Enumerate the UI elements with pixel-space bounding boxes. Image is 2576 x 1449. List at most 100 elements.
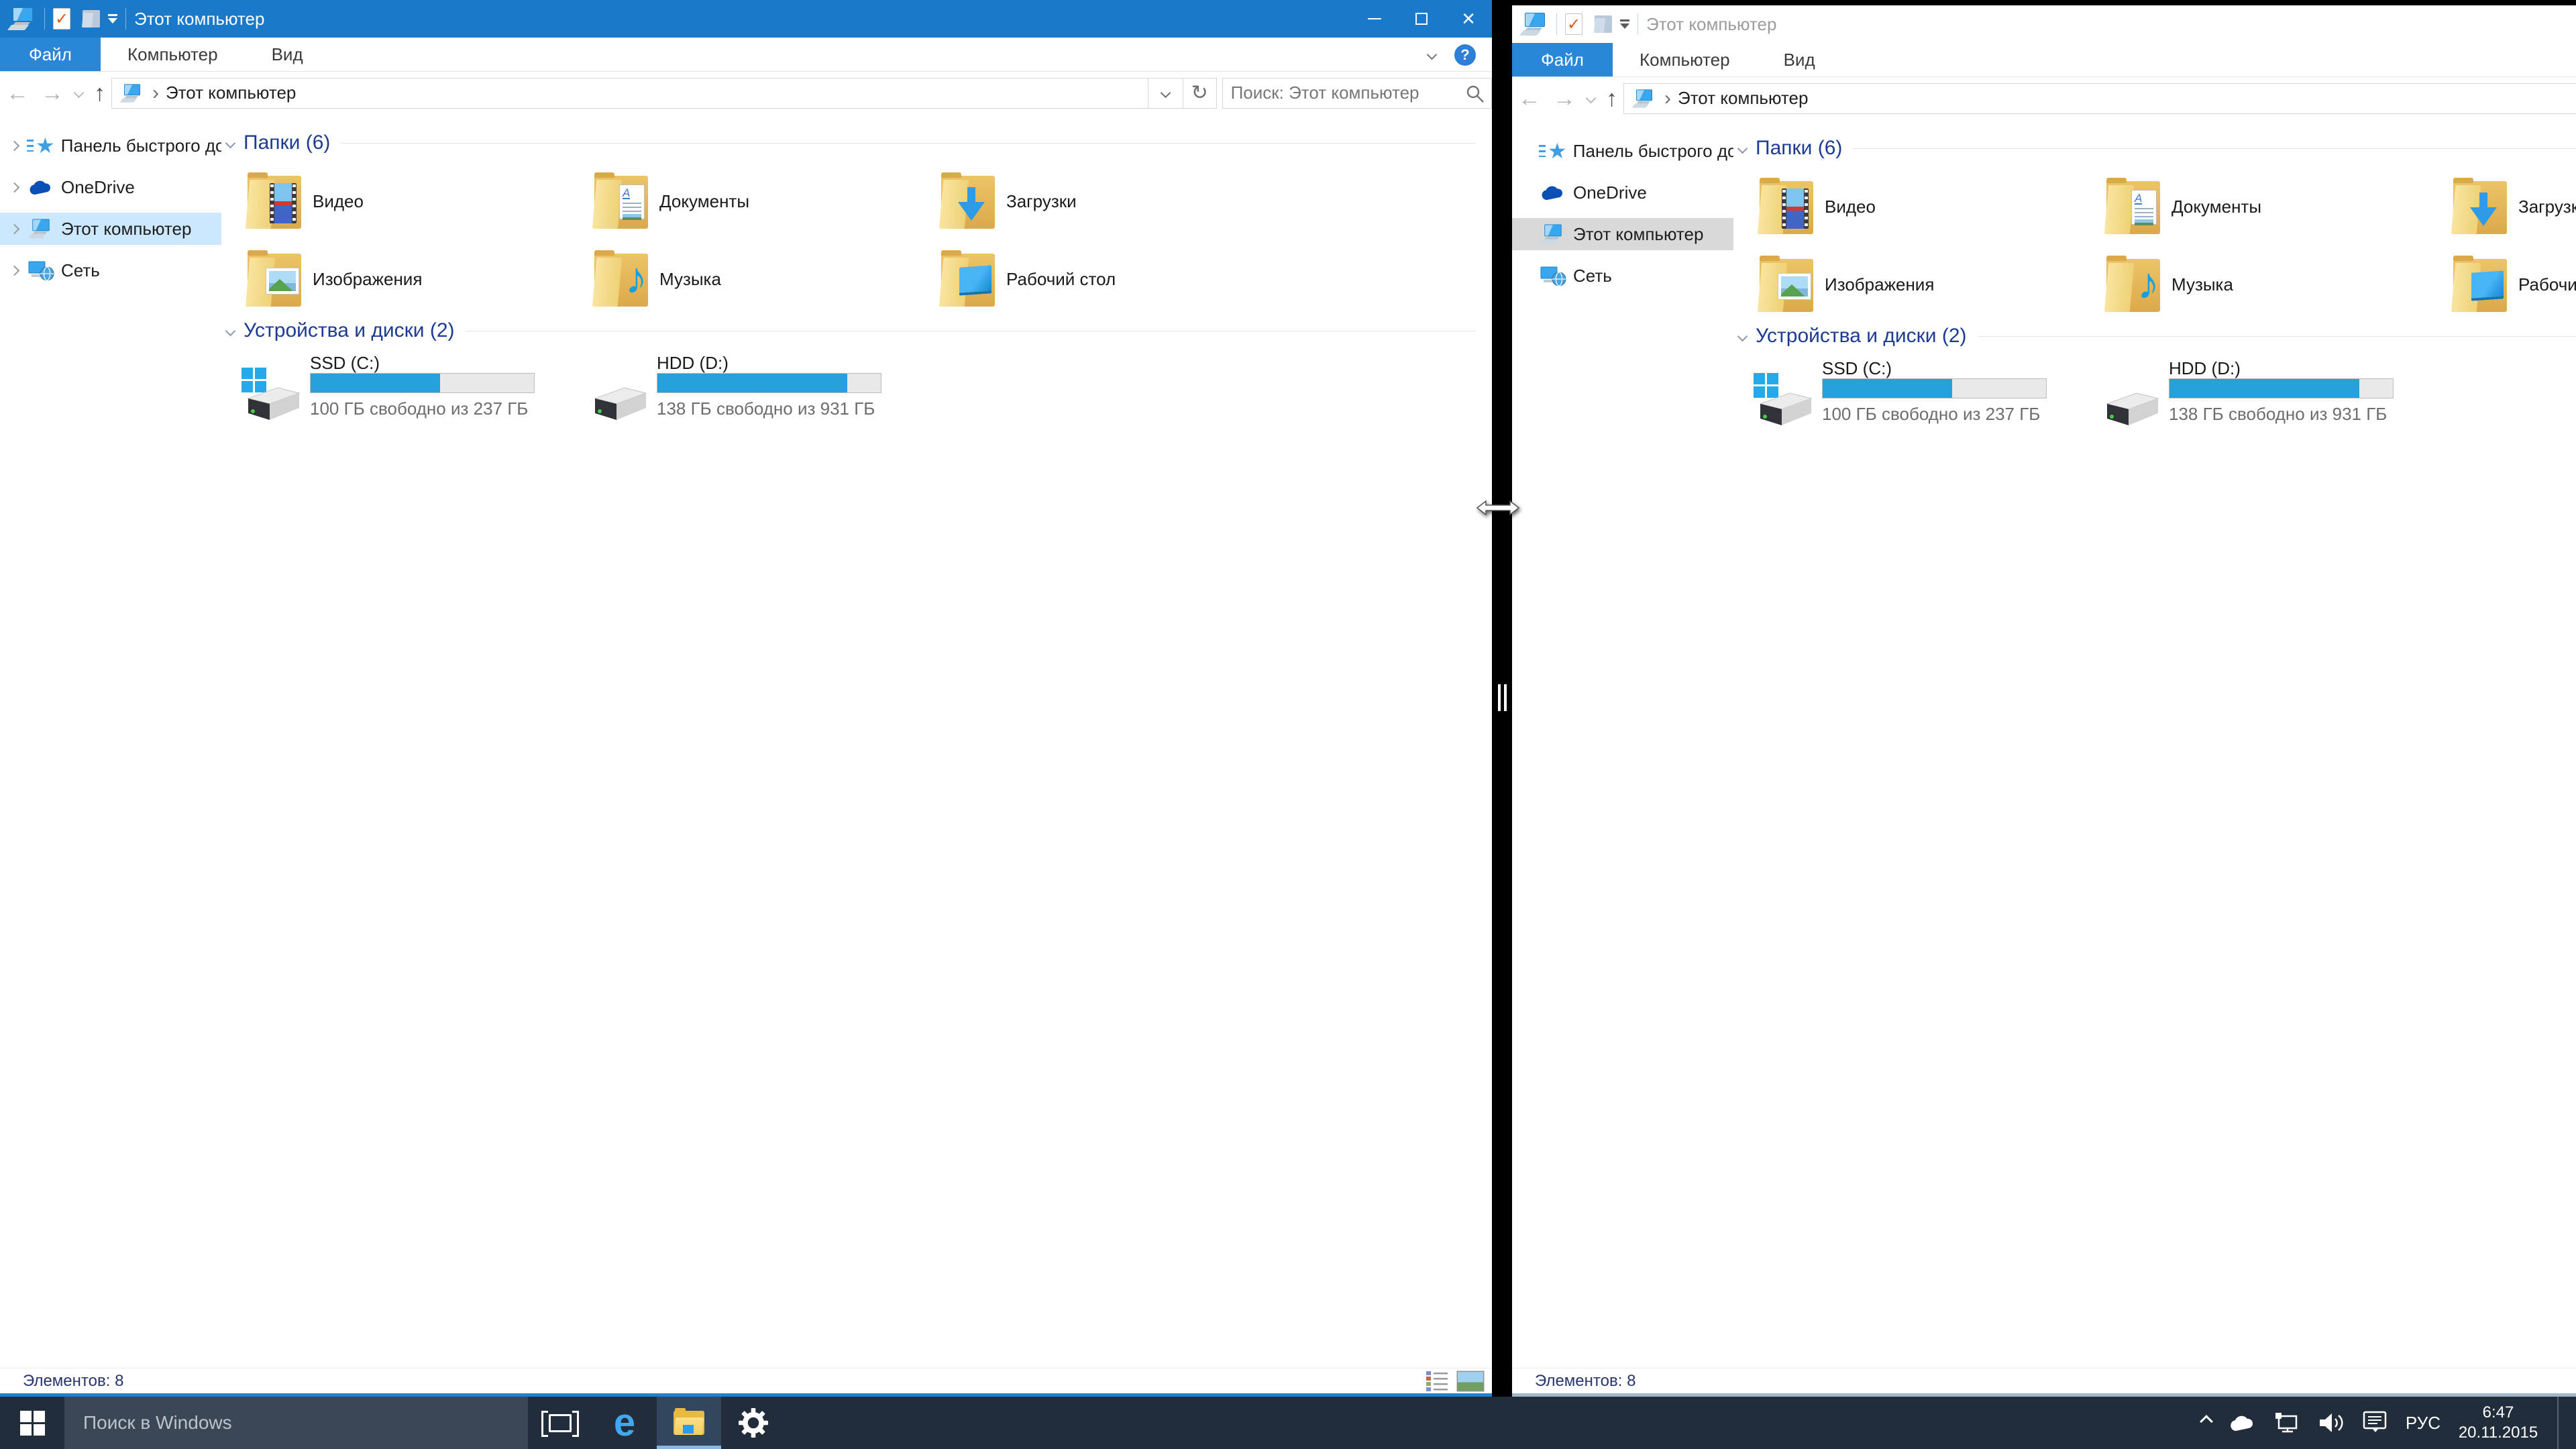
tray-overflow-button[interactable] — [2202, 1417, 2211, 1430]
edge-icon: e — [614, 1403, 635, 1442]
folders-group-header[interactable]: Папки (6) — [1739, 138, 2576, 158]
tab-computer[interactable]: Компьютер — [1613, 43, 1757, 76]
drive-tile-d[interactable]: HDD (D:) 138 ГБ свободно из 931 ГБ — [588, 350, 927, 439]
collapse-icon[interactable] — [1737, 331, 1748, 341]
properties-icon[interactable]: ✓ — [53, 8, 70, 30]
sidebar-item-onedrive[interactable]: OneDrive — [1512, 176, 1733, 209]
back-button[interactable]: ← — [1512, 87, 1547, 110]
search-box[interactable] — [1222, 78, 1492, 109]
onedrive-tray-icon[interactable] — [2229, 1413, 2257, 1432]
up-button[interactable]: ↑ — [88, 82, 111, 105]
recent-locations-icon[interactable] — [74, 88, 85, 99]
folder-tile-downloads[interactable]: Загрузки — [939, 169, 1275, 233]
task-view-button[interactable] — [528, 1397, 592, 1449]
customize-qat-icon[interactable] — [1620, 19, 1629, 29]
breadcrumb-chevron-icon[interactable]: › — [152, 82, 159, 105]
address-bar[interactable]: › Этот компьютер — [111, 78, 1148, 109]
collapse-icon[interactable] — [1737, 143, 1748, 154]
sidebar-item-quick-access[interactable]: ★ Панель быстрого до — [1512, 135, 1733, 167]
ribbon-expand-icon[interactable] — [1427, 50, 1438, 60]
tiles-view-button[interactable] — [1457, 1371, 1484, 1391]
sidebar-item-onedrive[interactable]: OneDrive — [0, 171, 221, 203]
expand-icon[interactable] — [9, 140, 19, 150]
titlebar[interactable]: ✓ Этот компьютер — [1512, 5, 2576, 43]
folder-tile-pictures[interactable]: Изображения — [1758, 252, 2093, 317]
expand-icon[interactable] — [9, 265, 20, 276]
language-indicator[interactable]: РУС — [2406, 1413, 2440, 1434]
collapse-icon[interactable] — [225, 138, 236, 148]
sidebar-item-quick-access[interactable]: ★ Панель быстрого до — [0, 129, 221, 162]
documents-folder-icon: A — [592, 171, 650, 231]
folder-tile-desktop[interactable]: Рабочий стол — [2451, 252, 2576, 317]
new-folder-icon[interactable] — [83, 10, 101, 28]
sidebar-item-network[interactable]: Сеть — [0, 254, 221, 286]
folder-tile-documents[interactable]: A Документы — [2104, 174, 2440, 239]
maximize-button[interactable] — [1398, 0, 1445, 38]
capacity-bar — [2169, 378, 2394, 398]
titlebar[interactable]: ✓ Этот компьютер × — [0, 0, 1492, 38]
sidebar-item-network[interactable]: Сеть — [1512, 260, 1733, 292]
breadcrumb[interactable]: Этот компьютер — [166, 83, 296, 103]
sidebar-item-this-pc[interactable]: Этот компьютер — [1512, 218, 1733, 250]
forward-button[interactable]: → — [35, 82, 70, 105]
folder-tile-video[interactable]: Видео — [1758, 174, 2093, 239]
folder-tile-pictures[interactable]: Изображения — [246, 247, 581, 311]
edge-button[interactable]: e — [592, 1397, 657, 1449]
refresh-button[interactable]: ↻ — [1183, 78, 1217, 109]
search-icon — [1466, 85, 1485, 103]
folder-tile-music[interactable]: ♪ Музыка — [2104, 252, 2440, 317]
start-button[interactable] — [0, 1397, 64, 1449]
sidebar-item-this-pc[interactable]: Этот компьютер — [0, 213, 221, 245]
drive-tile-c[interactable]: SSD (C:) 100 ГБ свободно из 237 ГБ — [1754, 356, 2092, 444]
file-explorer-button[interactable] — [657, 1397, 721, 1449]
status-bar: Элементов: 8 — [0, 1368, 1492, 1393]
drive-tile-d[interactable]: HDD (D:) 138 ГБ свободно из 931 ГБ — [2100, 356, 2439, 444]
volume-icon[interactable] — [2318, 1411, 2345, 1435]
tab-computer[interactable]: Компьютер — [101, 38, 245, 71]
address-dropdown-button[interactable] — [1148, 78, 1183, 109]
recent-locations-icon[interactable] — [1586, 93, 1597, 104]
tab-view[interactable]: Вид — [1757, 43, 1842, 76]
folder-tile-desktop[interactable]: Рабочий стол — [939, 247, 1275, 311]
pictures-folder-icon — [246, 249, 303, 309]
close-button[interactable]: × — [1445, 0, 1492, 38]
drives-group-header[interactable]: Устройства и диски (2) — [227, 321, 1476, 341]
settings-button[interactable] — [721, 1397, 786, 1449]
new-folder-icon[interactable] — [1595, 15, 1613, 33]
breadcrumb[interactable]: Этот компьютер — [1678, 88, 1808, 109]
tab-file[interactable]: Файл — [0, 38, 101, 71]
clock[interactable]: 6:47 20.11.2015 — [2458, 1403, 2538, 1443]
system-tray: РУС 6:47 20.11.2015 — [2202, 1397, 2576, 1449]
network-icon[interactable] — [2274, 1411, 2301, 1435]
properties-icon[interactable]: ✓ — [1565, 13, 1582, 35]
minimize-button[interactable] — [1351, 0, 1398, 38]
tab-file[interactable]: Файл — [1512, 43, 1613, 76]
expand-icon[interactable] — [9, 223, 20, 234]
breadcrumb-chevron-icon[interactable]: › — [1664, 87, 1671, 110]
capacity-bar — [1822, 378, 2047, 398]
collapse-icon[interactable] — [225, 325, 236, 336]
help-button[interactable]: ? — [1454, 44, 1476, 66]
search-input[interactable] — [1223, 83, 1451, 103]
drives-group-header[interactable]: Устройства и диски (2) — [1739, 326, 2576, 346]
address-bar[interactable]: › Этот компьютер — [1623, 83, 2576, 114]
forward-button[interactable]: → — [1547, 87, 1582, 110]
taskbar-search-input[interactable] — [64, 1412, 494, 1434]
back-button[interactable]: ← — [0, 82, 35, 105]
up-button[interactable]: ↑ — [1600, 87, 1623, 110]
taskbar-search-box[interactable] — [64, 1397, 528, 1449]
details-view-button[interactable] — [1426, 1371, 1449, 1392]
ribbon-tabs: Файл Компьютер Вид — [0, 38, 1492, 72]
tab-view[interactable]: Вид — [245, 38, 330, 71]
folder-tile-video[interactable]: Видео — [246, 169, 581, 233]
action-center-icon[interactable] — [2363, 1411, 2388, 1435]
folder-tile-downloads[interactable]: Загрузки — [2451, 174, 2576, 239]
folder-tile-music[interactable]: ♪ Музыка — [592, 247, 928, 311]
drive-tile-c[interactable]: SSD (C:) 100 ГБ свободно из 237 ГБ — [241, 350, 580, 439]
expand-icon[interactable] — [9, 182, 20, 193]
customize-qat-icon[interactable] — [108, 14, 117, 23]
folder-tile-documents[interactable]: A Документы — [592, 169, 928, 233]
folders-group-header[interactable]: Папки (6) — [227, 133, 1476, 153]
show-desktop-button[interactable] — [2557, 1397, 2559, 1449]
snap-divider-grip[interactable] — [1498, 684, 1507, 711]
